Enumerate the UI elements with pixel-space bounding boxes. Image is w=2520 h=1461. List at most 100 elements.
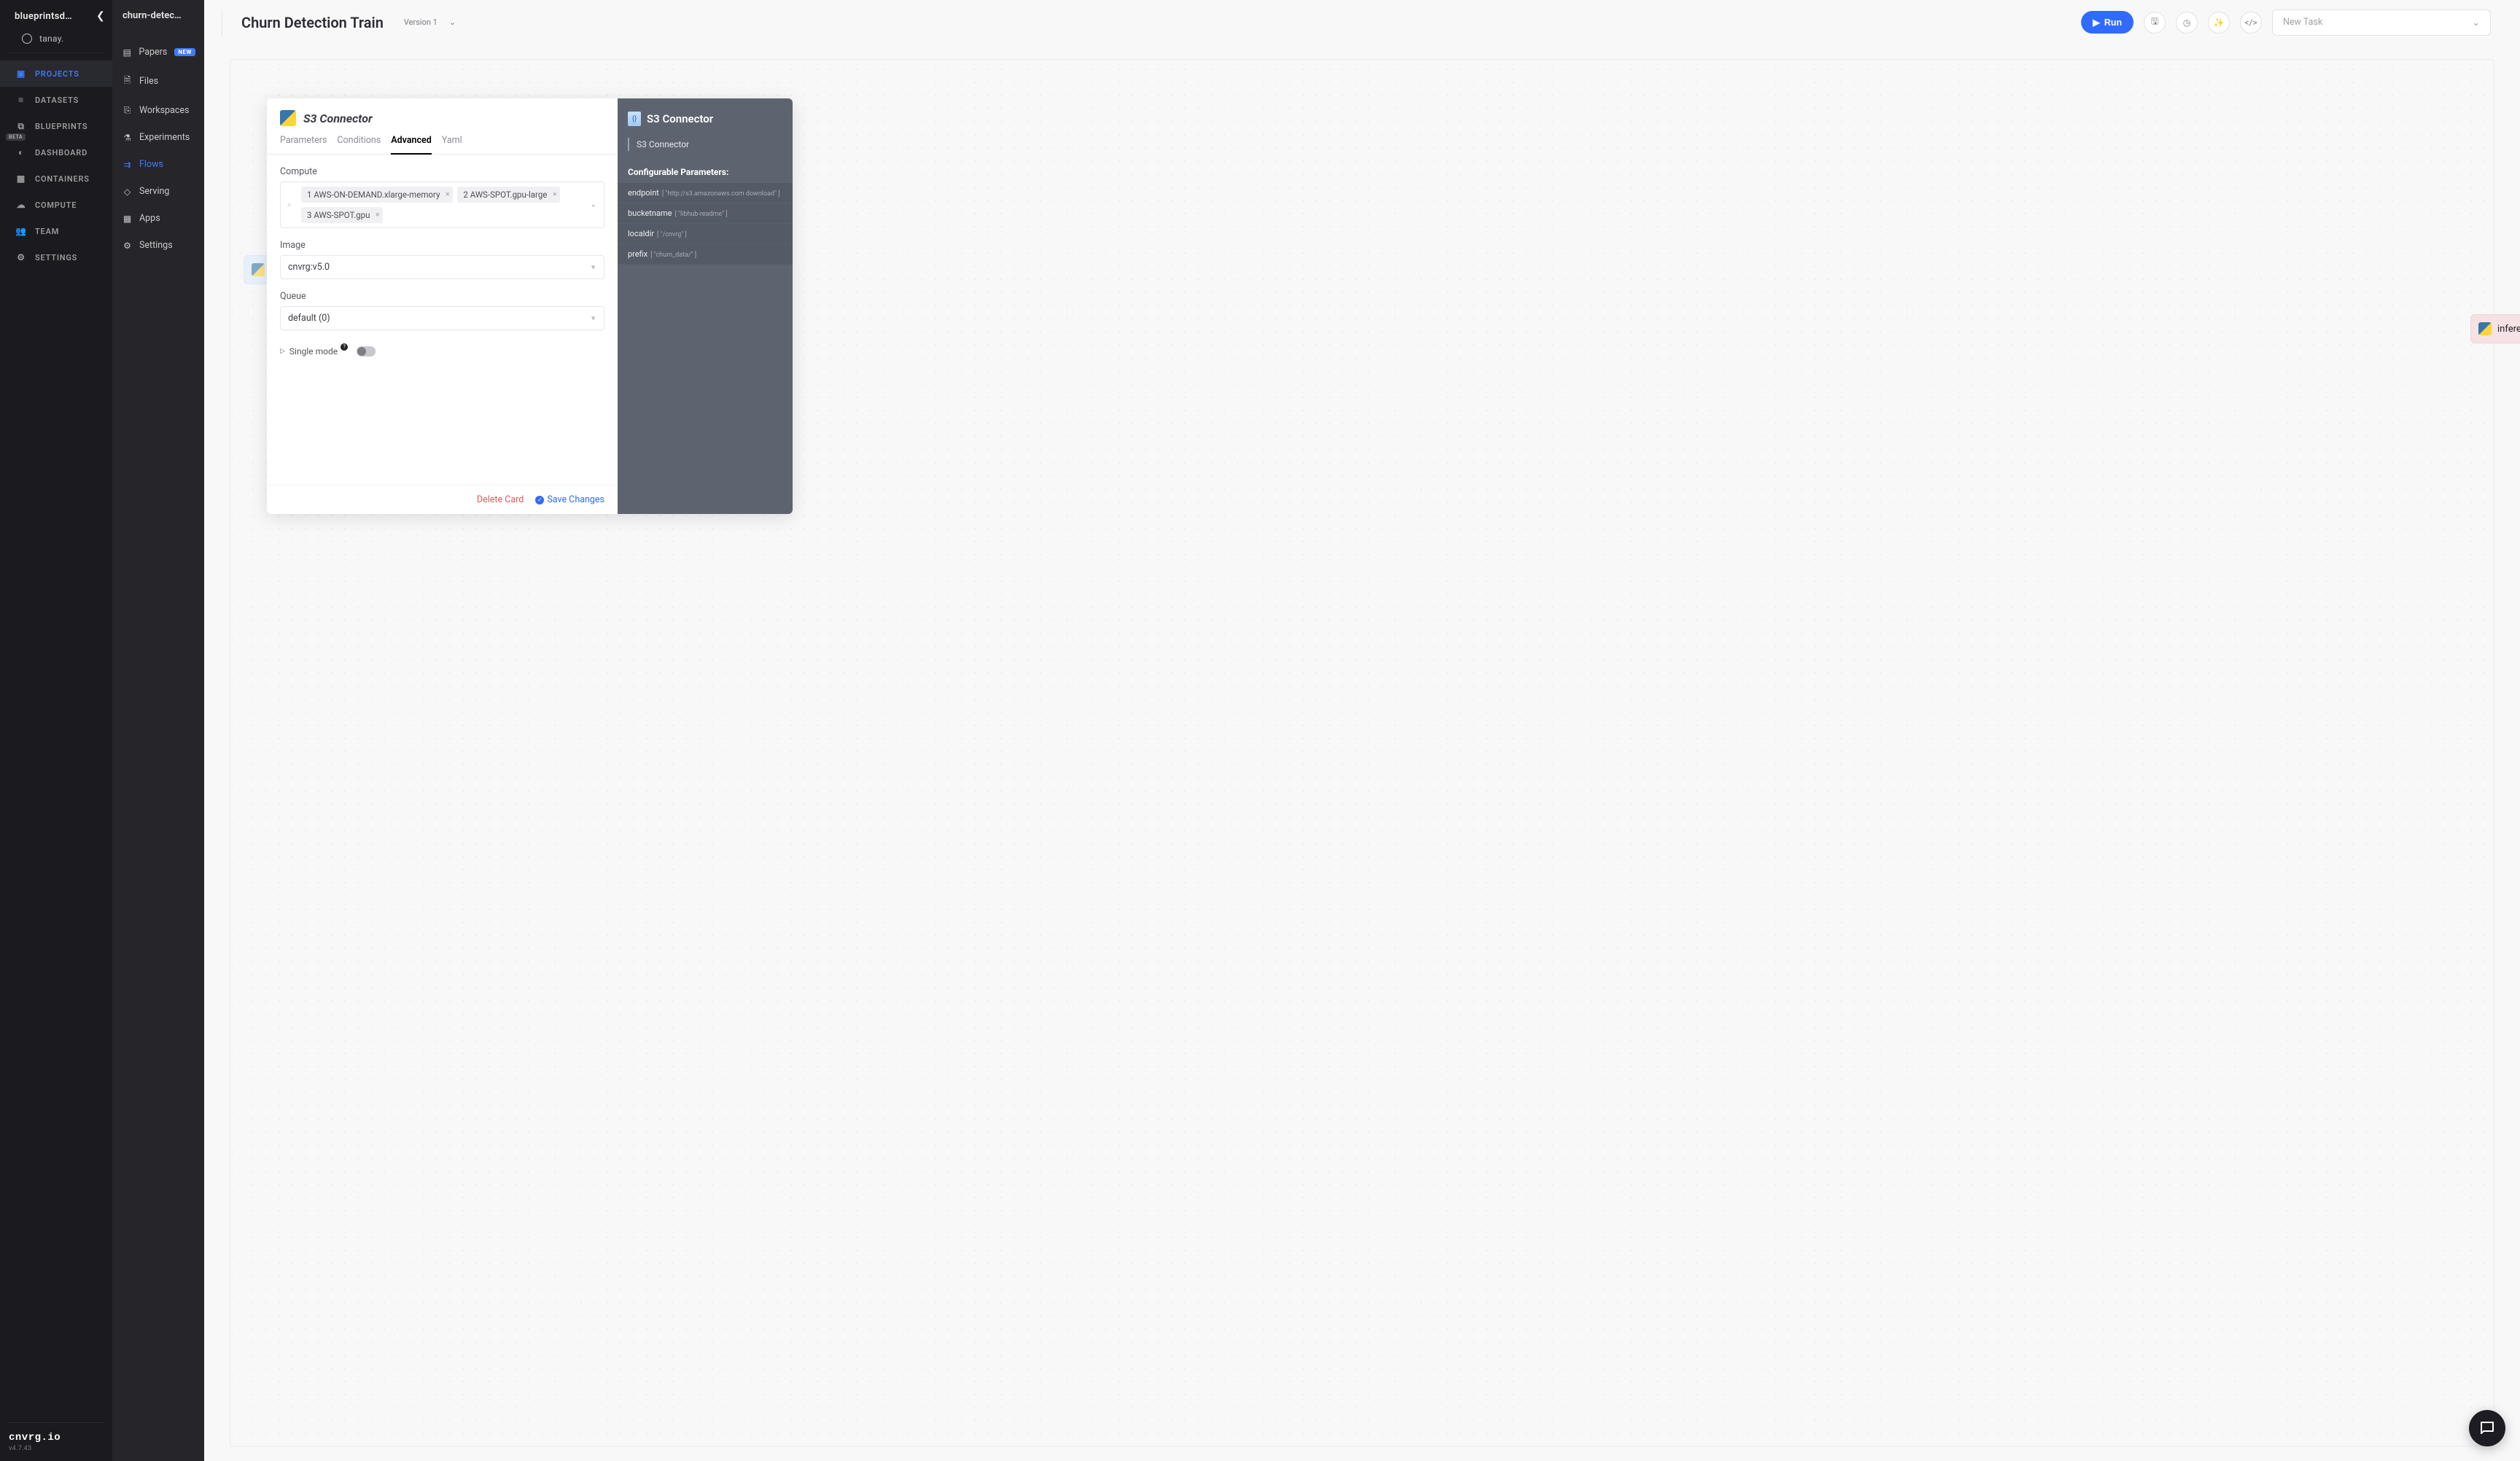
user-avatar-icon <box>22 34 32 44</box>
code-icon: </> <box>2244 17 2257 28</box>
user-identity[interactable]: tanay. <box>7 29 105 53</box>
proj-settings-icon: ⚙ <box>122 241 132 251</box>
workspaces-icon: ⎘ <box>122 105 132 116</box>
topbar: Churn Detection Train Version 1 ⌄ ▶ Run … <box>204 0 2520 44</box>
sidebar-item-datasets[interactable]: ≡ DATASETS <box>0 87 112 113</box>
settings-icon: ⚙ <box>16 252 26 262</box>
wand-icon: ✨ <box>2214 17 2225 28</box>
project-name[interactable]: churn-detec… <box>112 0 204 39</box>
projnav-item-settings[interactable]: ⚙ Settings <box>112 232 204 259</box>
clock-icon: ◷ <box>2183 17 2190 28</box>
chip-remove-icon[interactable]: × <box>376 211 379 219</box>
task-settings-modal: S3 Connector Parameters Conditions Advan… <box>267 98 793 514</box>
modal-title: S3 Connector <box>303 112 373 125</box>
compute-chip: 3 AWS-SPOT.gpu × <box>301 207 383 223</box>
single-mode-row: ▷ Single mode ? <box>280 346 604 357</box>
param-row: prefix [ "churn_data/" ] <box>618 244 793 265</box>
chat-icon <box>2478 1419 2496 1437</box>
datasets-icon: ≡ <box>16 95 26 105</box>
image-label: Image <box>280 240 604 251</box>
brand-name: cnvrg.io <box>9 1432 104 1444</box>
python-icon <box>252 263 265 276</box>
sidebar-item-team[interactable]: 👥 TEAM <box>0 218 112 244</box>
sidebar-item-compute[interactable]: ☁ COMPUTE <box>0 192 112 218</box>
projnav-item-apps[interactable]: ▦ Apps <box>112 205 204 232</box>
modal-form-pane: S3 Connector Parameters Conditions Advan… <box>267 98 618 514</box>
page-title: Churn Detection Train <box>241 14 384 31</box>
tab-yaml[interactable]: Yaml <box>442 135 462 154</box>
python-icon <box>2478 322 2492 335</box>
param-row: localdir [ "/cnvrg" ] <box>618 224 793 244</box>
version-selector[interactable]: Version 1 ⌄ <box>404 17 456 27</box>
play-outline-icon: ▷ <box>280 348 285 355</box>
play-icon: ▶ <box>2093 17 2100 28</box>
team-icon: 👥 <box>16 226 26 236</box>
chip-remove-icon[interactable]: × <box>446 191 449 199</box>
sidebar-item-projects[interactable]: ▣ PROJECTS <box>0 61 112 87</box>
chip-remove-icon[interactable]: × <box>553 191 556 199</box>
chevron-down-icon: ⌄ <box>2473 17 2480 28</box>
param-row: endpoint [ "http://s3.amazonaws.com down… <box>618 183 793 203</box>
wizard-button[interactable]: ✨ <box>2208 12 2230 34</box>
queue-label: Queue <box>280 291 604 302</box>
modal-footer: Delete Card ✓ Save Changes <box>267 485 618 514</box>
dashboard-icon: ◐ <box>16 147 26 157</box>
app-version: v4.7.43 <box>9 1445 104 1452</box>
sidebar-item-settings[interactable]: ⚙ SETTINGS <box>0 244 112 270</box>
projnav-item-serving[interactable]: ◇ Serving <box>112 178 204 205</box>
main-area: Churn Detection Train Version 1 ⌄ ▶ Run … <box>204 0 2520 1461</box>
sidebar-item-containers[interactable]: ▦ CONTAINERS <box>0 165 112 192</box>
projnav-item-flows[interactable]: ⇉ Flows <box>112 151 204 178</box>
info-header: {} S3 Connector <box>628 112 782 126</box>
sidebar-item-dashboard[interactable]: ◐ DASHBOARD <box>0 139 112 165</box>
single-mode-toggle[interactable] <box>357 346 376 357</box>
new-badge: NEW <box>174 48 195 56</box>
flows-icon: ⇉ <box>122 160 132 170</box>
compute-chip: 2 AWS-SPOT.gpu-large × <box>457 187 560 203</box>
queue-select[interactable]: default (0) ▼ <box>280 306 604 330</box>
compute-multiselect[interactable]: ⌕ 1 AWS-ON-DEMAND.xlarge-memory × 2 AWS-… <box>280 182 604 228</box>
projnav-item-papers[interactable]: ▤ Papers NEW <box>112 39 204 66</box>
serving-icon: ◇ <box>122 187 132 197</box>
tab-advanced[interactable]: Advanced <box>391 135 432 155</box>
flow-node-inference[interactable]: inference <box>2470 314 2520 343</box>
papers-icon: ▤ <box>122 47 131 58</box>
chevron-down-icon[interactable]: ⌄ <box>591 201 596 209</box>
brand-footer: cnvrg.io v4.7.43 <box>9 1422 104 1452</box>
sidebar-item-blueprints[interactable]: ⧉ BLUEPRINTS <box>0 113 112 139</box>
check-icon: ✓ <box>535 496 544 504</box>
file-icon: {} <box>628 112 641 126</box>
projnav-item-workspaces[interactable]: ⎘ Workspaces <box>112 97 204 124</box>
delete-card-button[interactable]: Delete Card <box>477 494 524 505</box>
help-icon[interactable]: ? <box>341 343 348 351</box>
run-button[interactable]: ▶ Run <box>2081 11 2134 34</box>
new-task-select[interactable]: New Task ⌄ <box>2272 9 2491 36</box>
chevron-down-icon: ⌄ <box>449 17 456 27</box>
projnav-item-experiments[interactable]: ⚗ Experiments <box>112 124 204 151</box>
projnav-item-files[interactable]: 🗎 Files <box>112 66 204 97</box>
modal-tabs: Parameters Conditions Advanced Yaml <box>267 126 618 155</box>
modal-header: S3 Connector <box>267 98 618 126</box>
modal-info-pane: {} S3 Connector S3 Connector Configurabl… <box>618 98 793 514</box>
chat-launcher[interactable] <box>2469 1410 2505 1446</box>
compute-chip: 1 AWS-ON-DEMAND.xlarge-memory × <box>301 187 453 203</box>
experiments-icon: ⚗ <box>122 133 132 143</box>
code-button[interactable]: </> <box>2240 12 2262 34</box>
image-select[interactable]: cnvrg:v5.0 ▼ <box>280 255 604 279</box>
primary-sidebar: blueprintsd… ❮ tanay. ▣ PROJECTS ≡ DATAS… <box>0 0 112 1461</box>
tab-parameters[interactable]: Parameters <box>280 135 327 154</box>
history-button[interactable]: ◷ <box>2176 12 2198 34</box>
user-name: tanay. <box>39 34 64 44</box>
blueprints-icon: ⧉ <box>16 121 26 131</box>
save-icon: 🖫 <box>2151 15 2158 30</box>
python-icon <box>280 110 296 126</box>
save-flow-button[interactable]: 🖫 <box>2144 12 2166 34</box>
collapse-sidebar-icon[interactable]: ❮ <box>96 10 105 22</box>
modal-body: Compute ⌕ 1 AWS-ON-DEMAND.xlarge-memory … <box>267 155 618 485</box>
compute-icon: ☁ <box>16 200 26 210</box>
flow-canvas[interactable]: inference S3 Connector Parameters Condit… <box>230 59 2494 1446</box>
tab-conditions[interactable]: Conditions <box>337 135 381 154</box>
org-name[interactable]: blueprintsd… <box>15 11 72 22</box>
single-mode-label: Single mode <box>289 346 338 357</box>
save-changes-button[interactable]: ✓ Save Changes <box>535 494 604 505</box>
